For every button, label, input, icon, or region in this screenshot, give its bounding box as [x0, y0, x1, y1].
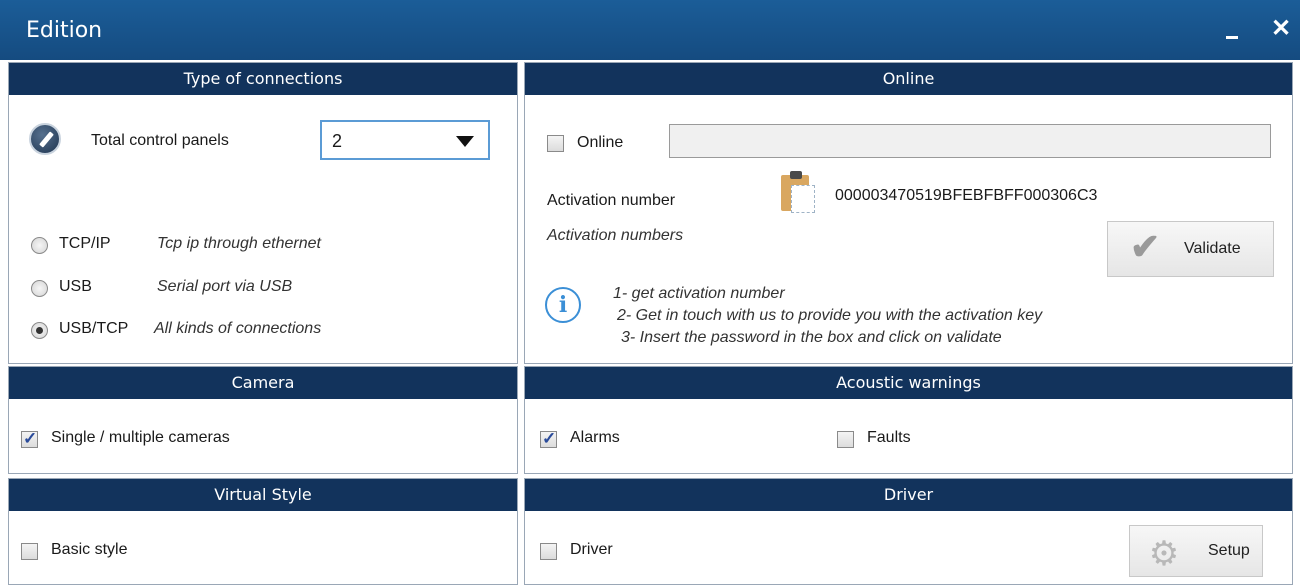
faults-checkbox[interactable] [837, 431, 854, 448]
virtual-style-header: Virtual Style [9, 479, 517, 511]
step-3: 3- Insert the password in the box and cl… [621, 329, 1002, 346]
online-input[interactable] [669, 124, 1271, 158]
option-usb-label: USB [59, 278, 92, 295]
radio-usbtcp[interactable] [31, 322, 48, 339]
option-usbtcp-desc: All kinds of connections [154, 320, 322, 337]
driver-header: Driver [525, 479, 1292, 511]
camera-checkbox[interactable] [21, 429, 38, 449]
total-control-panels-value: 2 [332, 131, 343, 151]
step-2: 2- Get in touch with us to provide you w… [617, 307, 1043, 324]
option-tcpip-label: TCP/IP [59, 235, 111, 252]
option-usbtcp-label: USB/TCP [59, 320, 129, 337]
camera-label: Single / multiple cameras [51, 429, 230, 446]
online-header: Online [525, 63, 1292, 95]
basic-style-checkbox[interactable] [21, 543, 38, 560]
connections-header: Type of connections [9, 63, 517, 95]
camera-header: Camera [9, 367, 517, 399]
validate-button[interactable]: ✔ Validate [1107, 221, 1274, 277]
basic-style-label: Basic style [51, 541, 128, 558]
activation-numbers-label: Activation numbers [547, 227, 684, 244]
activation-number-value: 000003470519BFEBFBFF000306C3 [835, 187, 1098, 204]
title-bar: Edition ✕ [0, 0, 1300, 60]
clipboard-icon[interactable] [781, 171, 815, 215]
option-tcpip-desc: Tcp ip through ethernet [157, 235, 321, 252]
info-icon: i [545, 287, 581, 323]
checkmark-icon: ✔ [1130, 226, 1161, 267]
activation-number-label: Activation number [547, 192, 676, 209]
setup-label: Setup [1208, 542, 1250, 559]
total-control-panels-select[interactable]: 2 [320, 120, 490, 160]
window-title: Edition [26, 18, 103, 43]
step-1: 1- get activation number [613, 285, 785, 302]
faults-label: Faults [867, 429, 911, 446]
setup-button[interactable]: ⚙ Setup [1129, 525, 1263, 577]
gear-icon: ⚙ [1148, 535, 1180, 573]
driver-label: Driver [570, 541, 613, 558]
radio-usb[interactable] [31, 280, 48, 297]
chevron-down-icon [456, 136, 474, 147]
validate-label: Validate [1184, 240, 1241, 257]
online-checkbox[interactable] [547, 135, 564, 152]
camera-panel: Camera Single / multiple cameras [8, 366, 518, 474]
option-usb-desc: Serial port via USB [157, 278, 293, 295]
connections-panel: Type of connections Total control panels… [8, 62, 518, 364]
driver-checkbox[interactable] [540, 543, 557, 560]
driver-panel: Driver Driver ⚙ Setup [524, 478, 1293, 585]
virtual-style-panel: Virtual Style Basic style [8, 478, 518, 585]
total-control-panels-label: Total control panels [91, 132, 229, 149]
pencil-icon [29, 123, 61, 155]
close-icon[interactable]: ✕ [1268, 16, 1294, 42]
alarms-checkbox[interactable] [540, 429, 557, 449]
acoustic-panel: Acoustic warnings Alarms Faults [524, 366, 1293, 474]
minimize-icon[interactable] [1220, 20, 1244, 44]
acoustic-header: Acoustic warnings [525, 367, 1292, 399]
online-panel: Online Online Activation number 00000347… [524, 62, 1293, 364]
alarms-label: Alarms [570, 429, 620, 446]
online-label: Online [577, 134, 624, 151]
radio-tcpip[interactable] [31, 237, 48, 254]
